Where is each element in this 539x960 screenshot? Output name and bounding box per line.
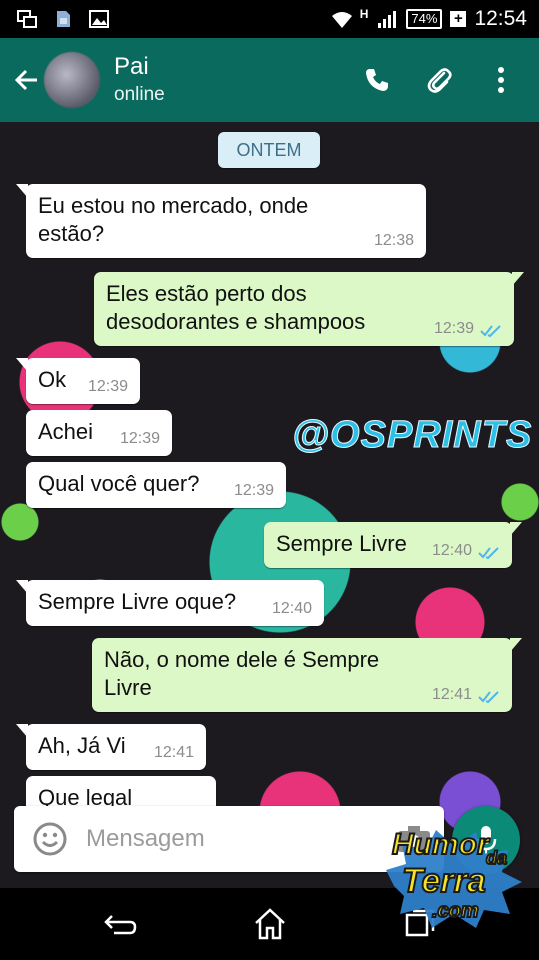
back-button[interactable] xyxy=(4,38,48,122)
message-time: 12:39 xyxy=(433,320,474,337)
message-time: 12:41 xyxy=(153,744,194,761)
logo-word-com: .com xyxy=(431,899,480,923)
message-time: 12:40 xyxy=(431,542,472,559)
phone-icon xyxy=(366,69,388,91)
message-text: Sempre Livre xyxy=(276,531,407,556)
chat-area[interactable]: @OSPRINTS ONTEM Eu estou no mercado, ond… xyxy=(0,122,539,888)
home-icon xyxy=(255,908,285,940)
nav-back-button[interactable] xyxy=(100,906,140,942)
screen-mirror-icon xyxy=(16,8,38,30)
message-text: Achei xyxy=(38,419,94,444)
message-bubble-outgoing[interactable]: Eles estão perto dos desodorantes e sham… xyxy=(94,272,524,346)
message-time: 12:38 xyxy=(373,232,414,249)
read-receipt-icon xyxy=(478,547,499,560)
call-button[interactable] xyxy=(361,64,393,96)
message-bubble-incoming[interactable]: Achei 12:39 xyxy=(26,410,172,456)
emoji-button[interactable] xyxy=(30,819,70,859)
more-options-button[interactable] xyxy=(485,64,517,96)
network-type: H xyxy=(359,7,369,21)
message-text: Ah, Já Vi xyxy=(38,733,126,758)
message-text: Eu estou no mercado, onde xyxy=(38,193,309,218)
nav-home-button[interactable] xyxy=(250,906,290,942)
attach-button[interactable] xyxy=(423,64,455,96)
battery-level: 74% xyxy=(406,9,443,29)
message-bubble-incoming[interactable]: Eu estou no mercado, onde estão? 12:38 xyxy=(16,184,426,258)
message-time: 12:39 xyxy=(233,482,274,499)
message-text: Livre xyxy=(104,675,152,700)
sim-card-icon xyxy=(52,8,74,30)
message-bubble-incoming[interactable]: Sempre Livre oque? 12:40 xyxy=(16,580,324,626)
smiley-icon xyxy=(33,822,67,856)
message-time: 12:40 xyxy=(271,600,312,617)
watermark: @OSPRINTS xyxy=(291,414,533,457)
wifi-icon xyxy=(330,8,352,30)
contact-name: Pai xyxy=(114,53,149,80)
message-time: 12:41 xyxy=(431,686,472,703)
logo-word-terra: Terra xyxy=(401,861,487,901)
back-arrow-icon xyxy=(14,69,37,91)
message-text: desodorantes e shampoos xyxy=(106,309,366,334)
message-text: Não, o nome dele é Sempre xyxy=(104,647,380,672)
message-composer: Mensagem xyxy=(14,806,444,872)
message-bubble-incoming[interactable]: Ah, Já Vi 12:41 xyxy=(16,724,206,770)
clock: 12:54 xyxy=(474,7,527,30)
message-bubble-outgoing[interactable]: Sempre Livre 12:40 xyxy=(264,522,522,568)
message-text: Sempre Livre oque? xyxy=(38,589,237,614)
contact-info[interactable]: Pai online xyxy=(114,52,165,108)
status-bar: H 74% + 12:54 xyxy=(0,0,539,38)
battery-charging-icon: + xyxy=(450,11,467,27)
date-separator: ONTEM xyxy=(218,132,320,168)
message-text: Qual você quer? xyxy=(38,471,200,496)
chat-header: Pai online xyxy=(0,38,539,122)
logo-word-da: da xyxy=(485,847,508,869)
message-text: Ok xyxy=(38,367,67,392)
message-bubble-incoming[interactable]: Ok 12:39 xyxy=(16,358,140,404)
read-receipt-icon xyxy=(480,325,501,338)
read-receipt-icon xyxy=(478,691,499,704)
message-input[interactable]: Mensagem xyxy=(86,825,394,853)
message-bubble-outgoing[interactable]: Não, o nome dele é Sempre Livre 12:41 xyxy=(92,638,522,712)
back-icon xyxy=(104,915,137,935)
humor-da-terra-logo: Humor da Terra .com xyxy=(384,826,524,930)
message-time: 12:39 xyxy=(119,430,160,447)
avatar[interactable] xyxy=(44,52,100,108)
signal-icon xyxy=(376,8,398,30)
message-text: Eles estão perto dos xyxy=(106,281,307,306)
message-text: estão? xyxy=(38,221,105,246)
gallery-icon xyxy=(88,8,110,30)
logo-word-humor: Humor xyxy=(391,827,490,862)
message-time: 12:39 xyxy=(87,378,128,395)
overflow-menu-icon xyxy=(498,67,504,93)
contact-status: online xyxy=(114,84,165,105)
paperclip-icon xyxy=(427,68,452,93)
message-bubble-incoming[interactable]: Qual você quer? 12:39 xyxy=(26,462,286,508)
